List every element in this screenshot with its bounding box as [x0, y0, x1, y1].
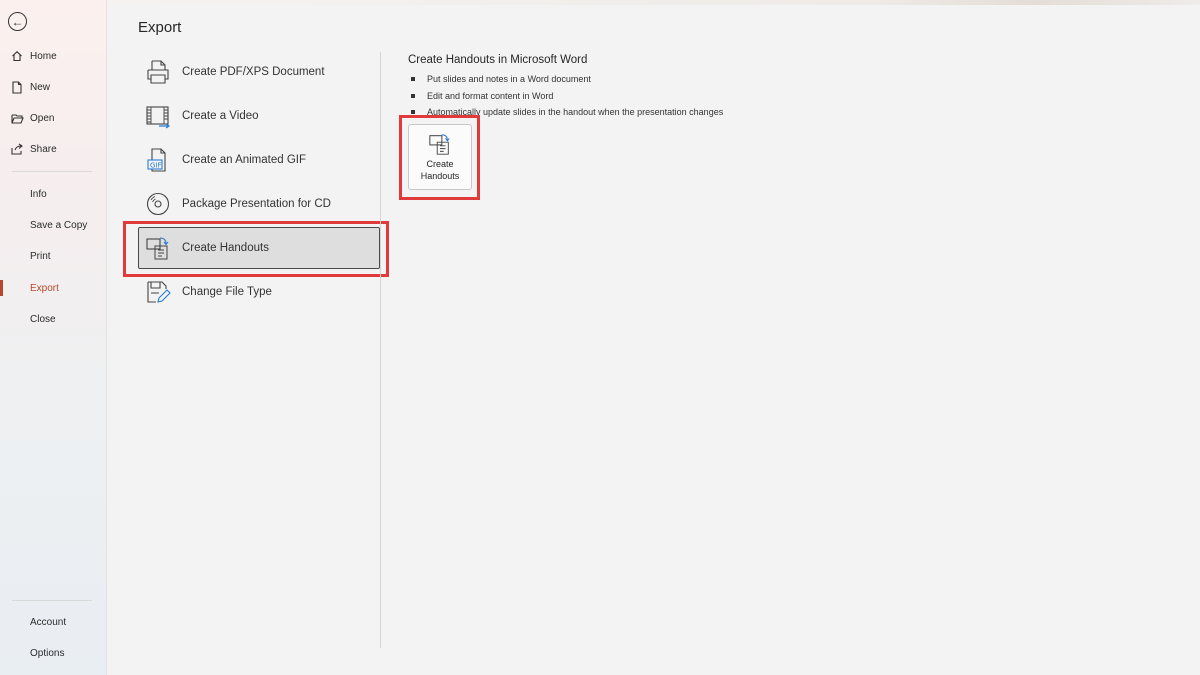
- bullet-item: Automatically update slides in the hando…: [411, 104, 723, 121]
- nav-item-home[interactable]: Home: [0, 43, 107, 69]
- option-create-pdf-xps[interactable]: Create PDF/XPS Document: [138, 51, 380, 93]
- nav-label: Options: [30, 647, 65, 659]
- nav-item-info[interactable]: Info: [0, 181, 107, 207]
- nav-item-export[interactable]: Export: [0, 275, 107, 301]
- nav-label: Save a Copy: [30, 219, 88, 231]
- nav-divider: [12, 600, 92, 601]
- nav-item-close[interactable]: Close: [0, 306, 107, 332]
- nav-label: Close: [30, 313, 56, 325]
- nav-item-new[interactable]: New: [0, 74, 107, 100]
- bullet-item: Edit and format content in Word: [411, 88, 723, 105]
- button-label-line: Handouts: [420, 171, 460, 181]
- nav-item-open[interactable]: Open: [0, 105, 107, 131]
- pdf-document-icon: [143, 57, 173, 87]
- nav-divider: [12, 171, 92, 172]
- option-create-handouts[interactable]: Create Handouts: [138, 227, 380, 269]
- option-create-animated-gif[interactable]: GIF Create an Animated GIF: [138, 139, 380, 181]
- open-folder-icon: [10, 111, 24, 125]
- svg-text:GIF: GIF: [150, 162, 162, 170]
- nav-item-share[interactable]: Share: [0, 136, 107, 162]
- handouts-icon: [428, 132, 452, 156]
- share-icon: [10, 142, 24, 156]
- create-handouts-button-label: Create Handouts: [410, 158, 470, 182]
- nav-label: Info: [30, 188, 47, 200]
- option-create-video[interactable]: Create a Video: [138, 95, 380, 137]
- cd-icon: [143, 189, 173, 219]
- option-label: Change File Type: [182, 286, 272, 298]
- option-label: Create a Video: [182, 110, 259, 122]
- nav-item-save-a-copy[interactable]: Save a Copy: [0, 212, 107, 238]
- page-title: Export: [138, 19, 182, 36]
- nav-item-account[interactable]: Account: [0, 609, 107, 635]
- nav-label: Export: [30, 282, 59, 294]
- option-package-for-cd[interactable]: Package Presentation for CD: [138, 183, 380, 225]
- nav-label: Account: [30, 616, 67, 628]
- option-label: Create PDF/XPS Document: [182, 66, 325, 78]
- button-label-line: Create: [426, 159, 454, 169]
- new-document-icon: [10, 80, 24, 94]
- nav-label: Print: [30, 250, 51, 262]
- home-icon: [10, 49, 24, 63]
- top-decorative-strip: [108, 0, 1200, 5]
- nav-item-options[interactable]: Options: [0, 640, 107, 666]
- nav-label: New: [30, 81, 51, 93]
- video-icon: [143, 101, 173, 131]
- change-file-type-icon: [143, 277, 173, 307]
- detail-title: Create Handouts in Microsoft Word: [408, 54, 588, 66]
- gif-icon: GIF: [143, 145, 173, 175]
- option-label: Create Handouts: [182, 242, 269, 254]
- nav-label: Home: [30, 50, 57, 62]
- create-handouts-button[interactable]: Create Handouts: [408, 124, 472, 190]
- nav-item-print[interactable]: Print: [0, 243, 107, 269]
- panel-separator: [380, 52, 381, 648]
- bullet-item: Put slides and notes in a Word document: [411, 71, 723, 88]
- option-label: Create an Animated GIF: [182, 154, 307, 166]
- option-label: Package Presentation for CD: [182, 198, 331, 210]
- backstage-nav: ← Home New Open Share Info Save a Copy P…: [0, 0, 107, 675]
- nav-label: Share: [30, 143, 57, 155]
- back-arrow-icon[interactable]: ←: [8, 12, 27, 31]
- handouts-icon: [143, 233, 173, 263]
- nav-label: Open: [30, 112, 55, 124]
- option-change-file-type[interactable]: Change File Type: [138, 271, 380, 313]
- detail-bullets: Put slides and notes in a Word document …: [411, 71, 723, 121]
